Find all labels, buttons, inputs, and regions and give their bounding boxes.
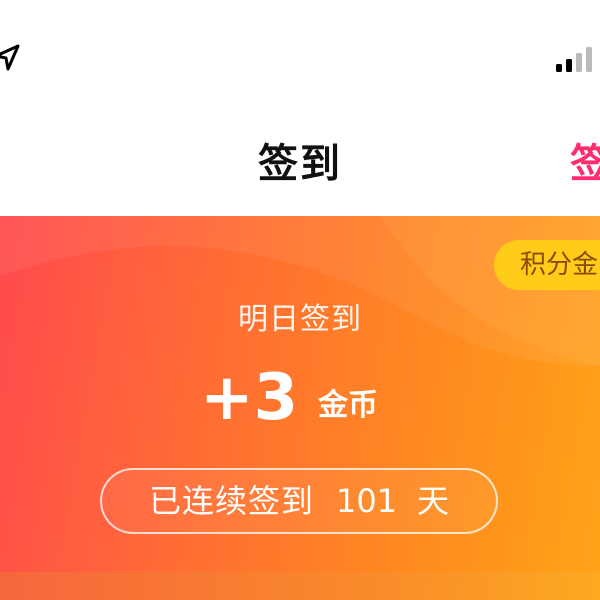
reward-row: +3 金币 <box>200 358 420 438</box>
reward-amount: +3 <box>200 361 299 435</box>
checkin-banner: 积分金 明日签到 +3 金币 已连续签到 101 天 <box>0 216 600 600</box>
screen: 签到 签 积分金 明日签到 +3 金币 已连续签到 101 天 <box>0 0 600 600</box>
tomorrow-checkin-label: 明日签到 <box>238 302 362 337</box>
location-arrow-icon <box>0 44 20 71</box>
banner-bottom-strip <box>0 572 600 600</box>
status-bar <box>0 0 600 100</box>
reward-unit: 金币 <box>318 388 378 423</box>
streak-pill: 已连续签到 101 天 <box>100 468 498 534</box>
page-title: 签到 <box>258 141 342 187</box>
nav-right-link[interactable]: 签 <box>570 138 600 190</box>
points-mall-badge[interactable]: 积分金 <box>494 240 600 290</box>
streak-prefix: 已连续签到 <box>148 482 314 520</box>
cellular-signal-icon <box>556 47 592 72</box>
streak-suffix: 天 <box>417 482 450 520</box>
nav-bar: 签到 签 <box>0 100 600 216</box>
streak-count: 101 <box>335 482 398 520</box>
